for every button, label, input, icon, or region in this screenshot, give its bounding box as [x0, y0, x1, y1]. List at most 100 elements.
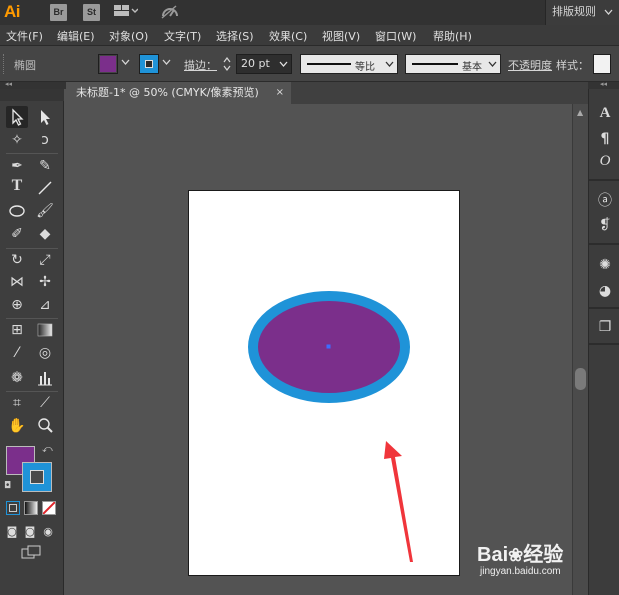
menu-object[interactable]: 对象(O) [109, 28, 148, 44]
pen-tool-icon[interactable]: ✒ [6, 155, 28, 177]
stock-button[interactable]: St [83, 4, 100, 21]
ellipse-tool-icon[interactable] [6, 200, 28, 222]
menu-window[interactable]: 窗口(W) [375, 28, 416, 44]
dock-separator [589, 243, 619, 245]
dock-separator [589, 343, 619, 345]
arrange-documents-icon[interactable] [114, 4, 139, 21]
document-tab[interactable]: 未标题-1* @ 50% (CMYK/像素预览) × [66, 82, 291, 104]
fill-color-swatch[interactable] [98, 54, 118, 74]
watermark-logo-text: Bai [477, 544, 509, 566]
draw-inside-icon[interactable]: ◉ [40, 521, 56, 543]
collapse-right-icon[interactable]: ◂◂ [600, 80, 607, 88]
bridge-button[interactable]: Br [50, 4, 67, 21]
menu-bar: 文件(F) 编辑(E) 对象(O) 文字(T) 选择(S) 效果(C) 视图(V… [0, 25, 619, 46]
menu-select[interactable]: 选择(S) [216, 28, 254, 44]
puppet-warp-tool-icon[interactable]: ✢ [34, 271, 56, 293]
brush-label: 基本 [462, 62, 482, 73]
none-mode-icon[interactable] [42, 501, 56, 515]
type-tool-icon[interactable]: T [6, 177, 28, 199]
appearance-panel-icon[interactable]: ✺ [595, 255, 615, 275]
gradient-tool-icon[interactable] [34, 319, 56, 341]
stroke-dropdown-chevron-icon[interactable] [162, 55, 171, 72]
vertical-scrollbar[interactable]: ▲ [572, 104, 588, 595]
baidu-jingyan-watermark: Bai❀经验 jingyan.baidu.com [474, 537, 619, 581]
variable-width-profile-dropdown[interactable]: 等比 [300, 54, 398, 74]
direct-selection-tool-icon[interactable] [34, 106, 56, 128]
eyedropper-tool-icon[interactable]: ⁄ [6, 342, 28, 364]
profile-line-preview [307, 63, 351, 65]
menu-effect[interactable]: 效果(C) [269, 28, 307, 44]
rotate-tool-icon[interactable]: ↻ [6, 249, 28, 271]
zoom-tool-icon[interactable] [34, 415, 56, 437]
gpu-performance-icon[interactable] [160, 4, 180, 23]
symbol-sprayer-tool-icon[interactable]: ❁ [6, 367, 28, 389]
opentype-panel-icon[interactable]: O [595, 153, 615, 173]
selection-tool-icon[interactable] [6, 106, 28, 128]
shape-builder-tool-icon[interactable]: ⊕ [6, 294, 28, 316]
screen-mode-icon[interactable] [20, 544, 44, 566]
right-panel-dock: A ¶ O ⓐ ❡ ✺ ◕ ❐ [588, 89, 619, 595]
profile-label: 等比 [355, 62, 375, 73]
mesh-tool-icon[interactable]: ⊞ [6, 319, 28, 341]
ellipse-center-point [326, 344, 331, 349]
pathfinder-panel-icon[interactable]: ◕ [595, 281, 615, 301]
tool-separator [6, 153, 58, 154]
selection-type-label: 椭圆 [14, 59, 36, 72]
menu-view[interactable]: 视图(V) [322, 28, 360, 44]
stroke-weight-input[interactable]: 20 pt [236, 54, 292, 74]
column-graph-tool-icon[interactable] [34, 367, 56, 389]
magic-wand-tool-icon[interactable]: ✧ [6, 129, 28, 151]
fill-dropdown-chevron-icon[interactable] [121, 55, 130, 72]
scale-tool-icon[interactable]: ⤢ [34, 249, 56, 271]
collapse-left-icon[interactable]: ◂◂ [5, 80, 12, 88]
character-styles-icon[interactable]: ⓐ [595, 191, 615, 211]
artwork [248, 291, 413, 562]
paintbrush-tool-icon[interactable]: 🖌 [34, 200, 56, 222]
blend-tool-icon[interactable]: ◎ [34, 342, 56, 364]
shaper-tool-icon[interactable]: ✐ [6, 223, 28, 245]
character-panel-icon[interactable]: A [595, 105, 615, 125]
close-icon[interactable]: × [276, 82, 284, 104]
perspective-grid-tool-icon[interactable]: ⊿ [34, 294, 56, 316]
line-segment-tool-icon[interactable] [34, 177, 56, 199]
annotation-arrow [384, 441, 413, 562]
stroke-color-swatch[interactable] [139, 54, 159, 74]
lasso-tool-icon[interactable]: ↄ [34, 129, 56, 151]
stroke-label[interactable]: 描边： [184, 57, 217, 73]
draw-behind-icon[interactable]: ◙ [22, 521, 38, 543]
draw-normal-icon[interactable]: ◙ [4, 521, 20, 543]
menu-edit[interactable]: 编辑(E) [57, 28, 95, 44]
default-fill-stroke-icon[interactable]: ◘ [4, 481, 11, 491]
swap-fill-stroke-icon[interactable]: ⤺ [42, 444, 53, 455]
control-bar-grip[interactable] [3, 54, 6, 74]
color-mode-icon[interactable] [6, 501, 20, 515]
layers-panel-icon[interactable]: ❐ [595, 317, 615, 337]
stroke-inner-box [30, 470, 44, 484]
stroke-color-box[interactable] [22, 462, 52, 492]
graphic-style-swatch[interactable] [593, 54, 611, 74]
curvature-tool-icon[interactable]: ✎ [34, 155, 56, 177]
stroke-weight-value: 20 pt [241, 57, 270, 70]
tools-panel-header[interactable] [0, 89, 64, 101]
workspace-label: 排版规则 [552, 5, 596, 18]
paragraph-panel-icon[interactable]: ¶ [595, 129, 615, 149]
menu-file[interactable]: 文件(F) [6, 28, 43, 44]
width-tool-icon[interactable]: ⋈ [6, 271, 28, 293]
menu-help[interactable]: 帮助(H) [433, 28, 472, 44]
slice-tool-icon[interactable]: ⟋ [34, 392, 56, 414]
scroll-up-icon[interactable]: ▲ [577, 108, 583, 117]
paragraph-styles-icon[interactable]: ❡ [595, 215, 615, 235]
stroke-weight-stepper[interactable] [220, 54, 234, 74]
document-tab-title: 未标题-1* @ 50% (CMYK/像素预览) [76, 86, 259, 99]
brush-definition-dropdown[interactable]: 基本 [405, 54, 501, 74]
opacity-label[interactable]: 不透明度 [508, 57, 552, 73]
menu-type[interactable]: 文字(T) [164, 28, 201, 44]
eraser-tool-icon[interactable]: ◆ [34, 223, 56, 245]
scrollbar-thumb[interactable] [575, 368, 586, 390]
tools-panel: ✧ ↄ ✒ ✎ T 🖌 ✐ ◆ ↻ ⤢ ⋈ ✢ ⊕ ⊿ ⊞ ⁄ ◎ ❁ ⌗ ⟋ … [0, 89, 64, 595]
chevron-down-icon[interactable] [279, 57, 288, 74]
gradient-mode-icon[interactable] [24, 501, 38, 515]
hand-tool-icon[interactable]: ✋ [6, 415, 28, 437]
workspace-switcher[interactable]: 排版规则 [545, 0, 619, 25]
artboard-tool-icon[interactable]: ⌗ [6, 392, 28, 414]
